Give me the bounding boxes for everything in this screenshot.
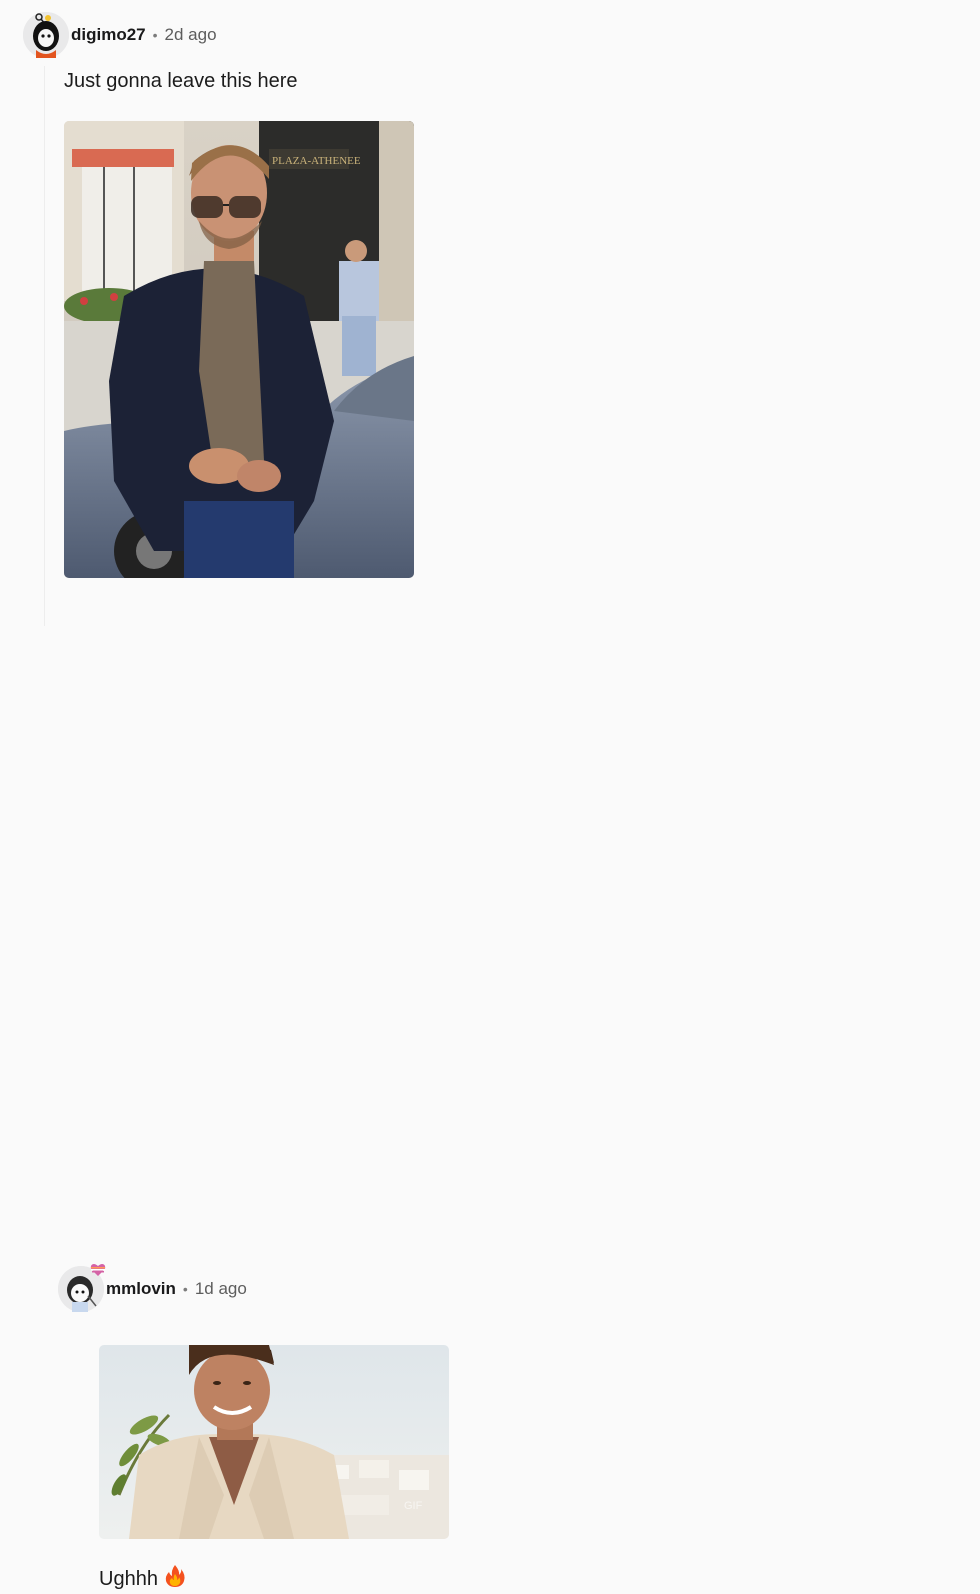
comment-gif[interactable]: GIF [99,1345,449,1539]
comment-header: mmlovin • 1d ago [58,1263,247,1312]
separator-dot: • [152,27,158,43]
sign-text: PLAZA-ATHENEE [272,155,361,167]
fire-emoji-icon [164,1564,186,1594]
thread-line [44,66,45,626]
comment-header: digimo27 • 2d ago [23,12,217,58]
comment-photo[interactable]: PLAZA-ATHENEE [64,121,414,578]
avatar[interactable] [23,12,69,58]
comment-body: Ughhh [99,1564,186,1594]
comment-body-text: Ughhh [99,1567,158,1590]
separator-dot: • [182,1281,188,1297]
avatar[interactable] [58,1263,106,1312]
timestamp: 2d ago [164,25,217,44]
comment-body: Just gonna leave this here [64,70,298,92]
gif-image-icon: GIF [99,1345,449,1539]
pride-heart-icon [90,1263,106,1276]
timestamp: 1d ago [194,1279,247,1298]
photo-image-icon: PLAZA-ATHENEE [64,121,414,578]
username[interactable]: digimo27 [71,25,146,45]
username[interactable]: mmlovin [106,1279,176,1299]
avatar-snoo-icon [23,12,69,58]
svg-text:GIF: GIF [404,1500,423,1512]
